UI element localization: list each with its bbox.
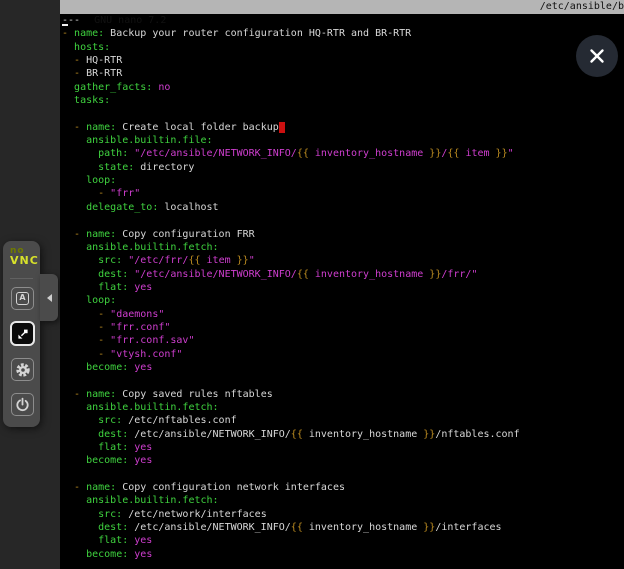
- extra-keys-button[interactable]: A: [11, 287, 34, 310]
- settings-button[interactable]: [11, 358, 34, 381]
- editor-line: become: yes: [62, 361, 624, 374]
- editor-line: flat: yes: [62, 534, 624, 547]
- editor-line: - name: Backup your router configuration…: [62, 27, 624, 40]
- editor-line: dest: "/etc/ansible/NETWORK_INFO/{{ inve…: [62, 268, 624, 281]
- editor-line: ansible.builtin.fetch:: [62, 401, 624, 414]
- editor-line: - "vtysh.conf": [62, 348, 624, 361]
- editor-line: [62, 374, 624, 387]
- editor-line: src: /etc/nftables.conf: [62, 414, 624, 427]
- editor-content[interactable]: ---- name: Backup your router configurat…: [60, 14, 624, 561]
- editor-line: ansible.builtin.file:: [62, 134, 624, 147]
- novnc-logo: no VNC: [10, 247, 39, 265]
- disconnect-button[interactable]: [11, 393, 34, 416]
- vnc-control-bar: no VNC A: [3, 241, 40, 427]
- editor-line: dest: /etc/ansible/NETWORK_INFO/{{ inven…: [62, 428, 624, 441]
- editor-line: ansible.builtin.fetch:: [62, 241, 624, 254]
- nano-filename: /etc/ansible/b: [540, 0, 624, 14]
- close-button[interactable]: [576, 35, 618, 77]
- editor-line: [62, 107, 624, 120]
- control-bar-divider: [10, 278, 33, 279]
- editor-line: tasks:: [62, 94, 624, 107]
- keyboard-key-icon: A: [16, 292, 29, 305]
- editor-line: - name: Copy configuration network inter…: [62, 481, 624, 494]
- editor-line: - name: Copy saved rules nftables: [62, 388, 624, 401]
- power-icon: [15, 397, 30, 412]
- editor-line: - "frr.conf": [62, 321, 624, 334]
- editor-line: become: yes: [62, 454, 624, 467]
- editor-line: flat: yes: [62, 441, 624, 454]
- fullscreen-button[interactable]: [10, 321, 35, 346]
- editor-line: path: "/etc/ansible/NETWORK_INFO/{{ inve…: [62, 147, 624, 160]
- editor-line: become: yes: [62, 548, 624, 561]
- close-icon: [576, 35, 618, 77]
- editor-line: gather_facts: no: [62, 81, 624, 94]
- editor-line: ansible.builtin.fetch:: [62, 494, 624, 507]
- editor-line: [62, 468, 624, 481]
- editor-line: loop:: [62, 294, 624, 307]
- editor-line: - "frr.conf.sav": [62, 334, 624, 347]
- editor-line: state: directory: [62, 161, 624, 174]
- editor-line: hosts:: [62, 41, 624, 54]
- novnc-logo-bottom: VNC: [10, 256, 39, 265]
- editor-line: flat: yes: [62, 281, 624, 294]
- editor-line: dest: /etc/ansible/NETWORK_INFO/{{ inven…: [62, 521, 624, 534]
- editor-line: loop:: [62, 174, 624, 187]
- editor-line: - "frr": [62, 187, 624, 200]
- nano-version: GNU nano 7.2: [84, 15, 166, 26]
- control-bar-handle[interactable]: [40, 274, 58, 321]
- fullscreen-icon: [16, 327, 30, 341]
- nano-titlebar: GNU nano 7.2 /etc/ansible/b: [60, 0, 624, 14]
- editor-line: [62, 214, 624, 227]
- editor-line: - BR-RTR: [62, 67, 624, 80]
- gear-icon: [15, 362, 31, 378]
- chevron-left-icon: [47, 294, 52, 302]
- editor-line: - HQ-RTR: [62, 54, 624, 67]
- editor-line: src: "/etc/frr/{{ item }}": [62, 254, 624, 267]
- editor-line: - name: Copy configuration FRR: [62, 228, 624, 241]
- editor-line: - "daemons": [62, 308, 624, 321]
- vnc-remote-screen[interactable]: GNU nano 7.2 /etc/ansible/b ---- name: B…: [60, 0, 624, 569]
- editor-line: - name: Create local folder backup: [62, 121, 624, 134]
- editor-line: delegate_to: localhost: [62, 201, 624, 214]
- editor-line: src: /etc/network/interfaces: [62, 508, 624, 521]
